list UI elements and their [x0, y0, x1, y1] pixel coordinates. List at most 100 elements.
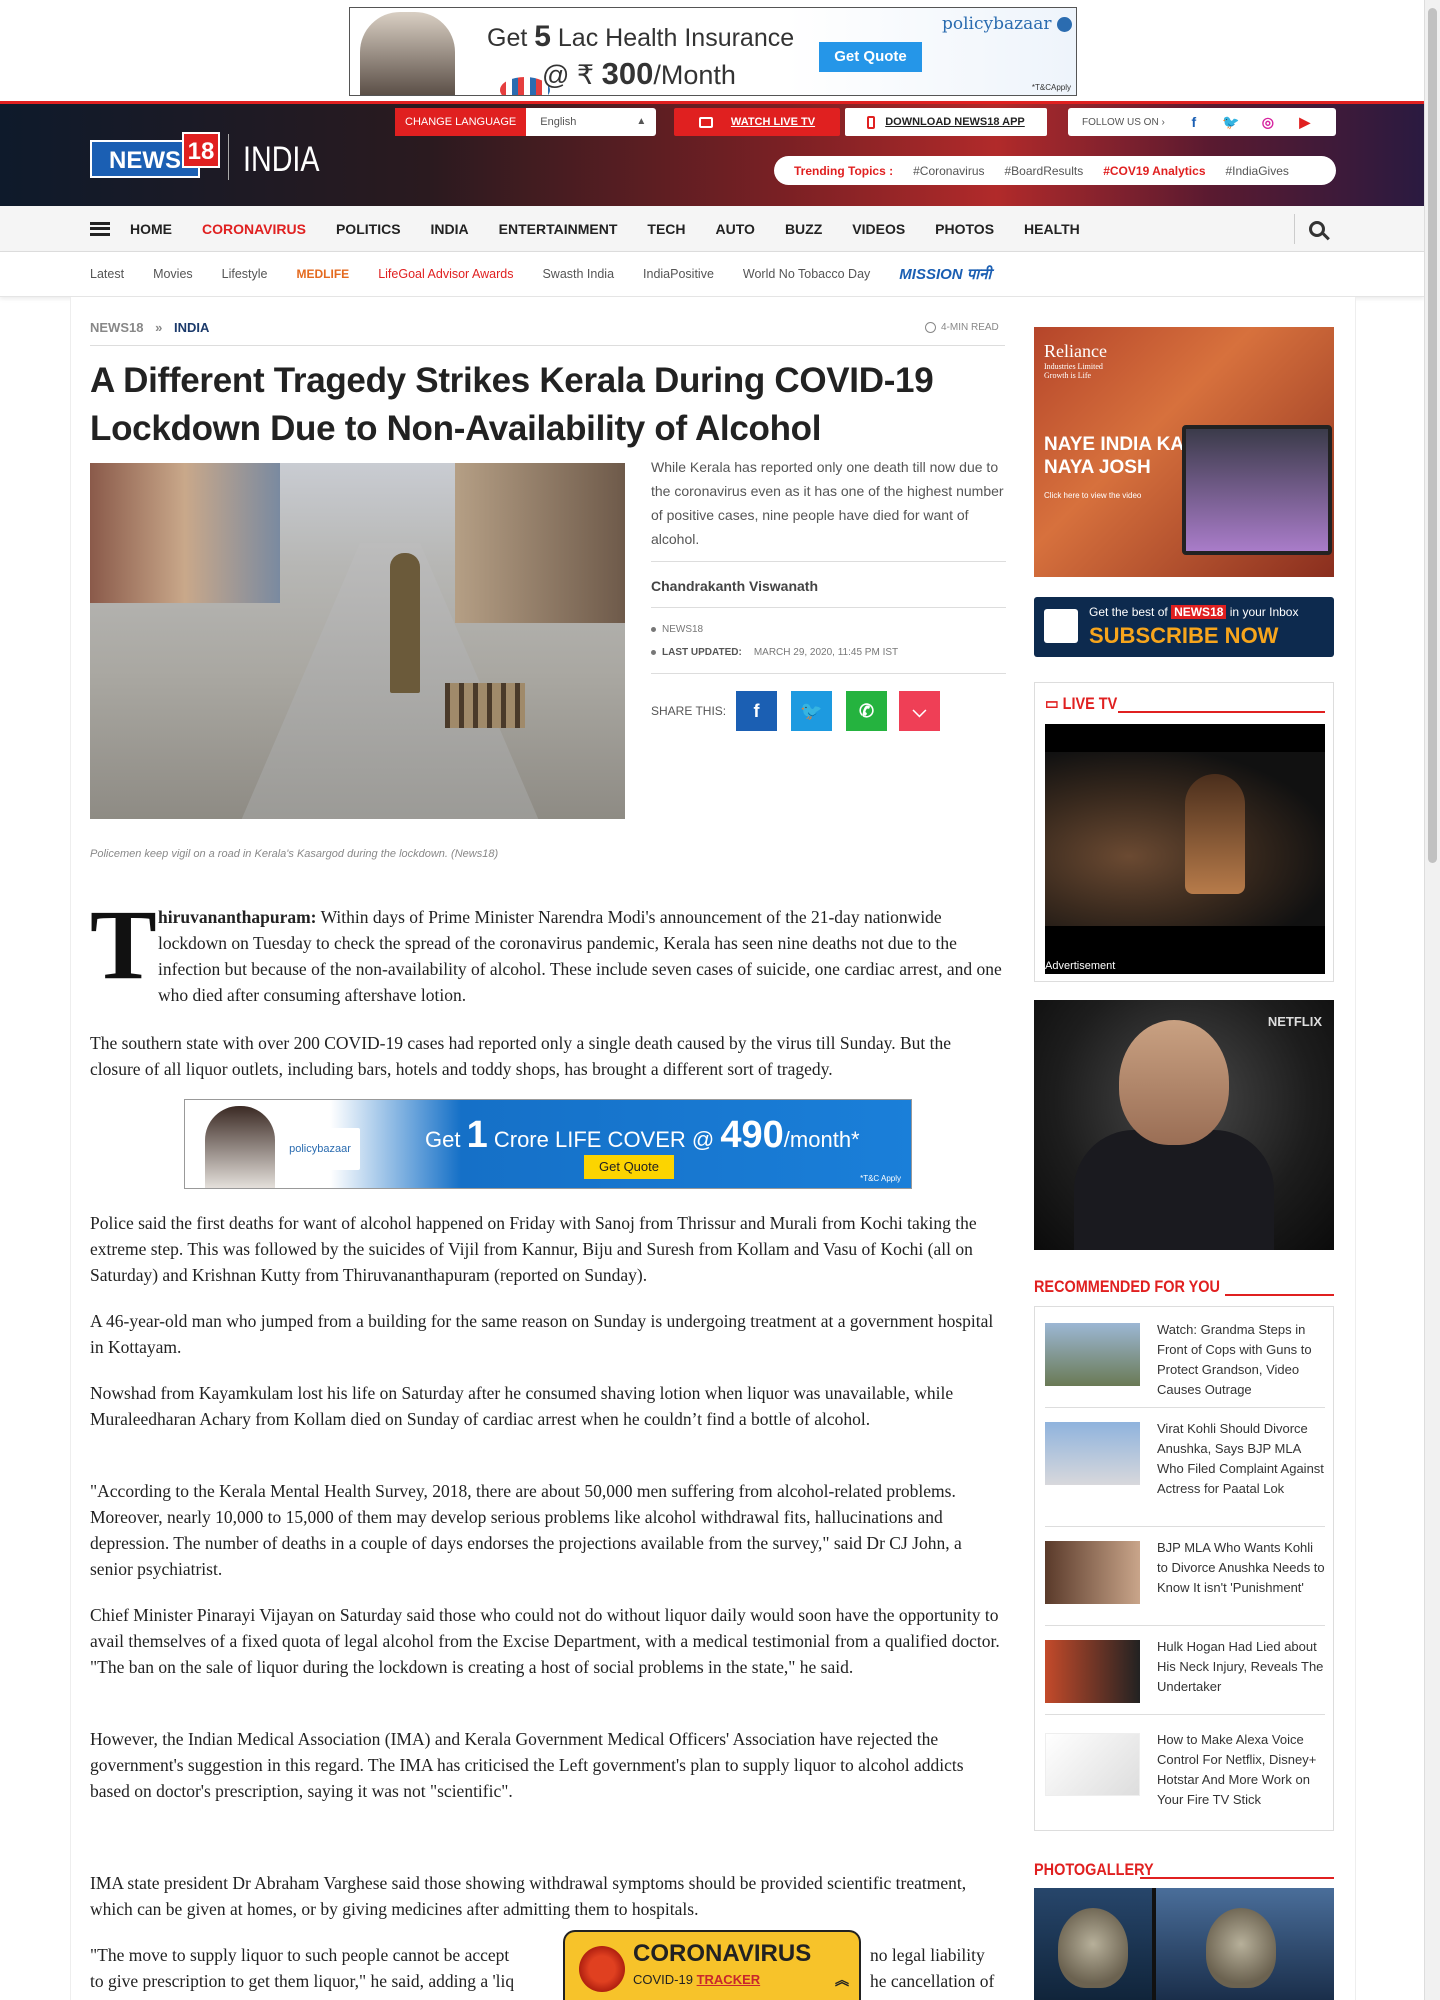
- share-whatsapp-button[interactable]: ✆: [846, 691, 887, 731]
- recommended-thumbnail: [1045, 1733, 1140, 1796]
- subnav-lifestyle[interactable]: Lifestyle: [222, 267, 268, 281]
- top-ad-area: Get 5 Lac Health Insurance @ ₹ 300/Month…: [0, 0, 1424, 101]
- trending-topic[interactable]: #Coronavirus: [913, 164, 984, 178]
- page: Get 5 Lac Health Insurance @ ₹ 300/Month…: [0, 0, 1424, 2000]
- site-header: NEWS 18 INDIA CHANGE LANGUAGE English ▲ W…: [0, 101, 1424, 206]
- search-icon: [1309, 221, 1325, 237]
- share-facebook-button[interactable]: f: [736, 691, 777, 731]
- ad-brand-logo: policybazaar: [942, 14, 1072, 34]
- trending-topics-bar: Trending Topics : #Coronavirus #BoardRes…: [774, 156, 1336, 185]
- recommended-thumbnail: [1045, 1541, 1140, 1604]
- video-person: [1185, 774, 1245, 894]
- nav-item-videos[interactable]: VIDEOS: [852, 221, 905, 237]
- twitter-icon[interactable]: 🐦: [1220, 114, 1242, 131]
- breadcrumb-separator: »: [155, 320, 163, 335]
- subnav-latest[interactable]: Latest: [90, 267, 124, 281]
- ad-get-quote-button[interactable]: Get Quote: [584, 1155, 674, 1179]
- chevron-up-icon[interactable]: ︽: [835, 1970, 849, 1990]
- breadcrumb-india[interactable]: INDIA: [174, 320, 209, 335]
- language-selector[interactable]: CHANGE LANGUAGE English ▲: [395, 108, 657, 136]
- recommended-title: Watch: Grandma Steps in Front of Cops wi…: [1157, 1322, 1312, 1397]
- live-tv-player[interactable]: Advertisement: [1045, 724, 1325, 974]
- phone-icon: [867, 115, 876, 129]
- nav-item-auto[interactable]: AUTO: [716, 221, 755, 237]
- section-underline: [1140, 1877, 1334, 1879]
- photogallery-preview[interactable]: [1034, 1888, 1334, 2000]
- scrollbar-thumb[interactable]: [1428, 8, 1437, 863]
- nav-item-buzz[interactable]: BUZZ: [785, 221, 822, 237]
- share-twitter-button[interactable]: 🐦: [791, 691, 832, 731]
- top-ad-banner[interactable]: Get 5 Lac Health Insurance @ ₹ 300/Month…: [349, 7, 1077, 96]
- change-language-label: CHANGE LANGUAGE: [395, 108, 527, 136]
- download-app-button[interactable]: DOWNLOAD NEWS18 APP: [845, 108, 1047, 136]
- nav-item-india[interactable]: INDIA: [431, 221, 469, 237]
- trending-topic[interactable]: #BoardResults: [1005, 164, 1084, 178]
- subnav-swasth-india[interactable]: Swasth India: [542, 267, 614, 281]
- page-scrollbar[interactable]: [1424, 0, 1440, 2000]
- edition-label[interactable]: INDIA: [243, 140, 320, 180]
- subnav-mission-paani-logo[interactable]: MISSION पानी: [899, 264, 991, 284]
- subnav-lifegoal-awards[interactable]: LifeGoal Advisor Awards: [378, 267, 513, 281]
- recommended-item[interactable]: Virat Kohli Should Divorce Anushka, Says…: [1045, 1421, 1325, 1527]
- article-paragraph: Chief Minister Pinarayi Vijayan on Satur…: [90, 1605, 1000, 1677]
- recommended-item[interactable]: Hulk Hogan Had Lied about His Neck Injur…: [1045, 1639, 1325, 1715]
- recommended-thumbnail: [1045, 1640, 1140, 1703]
- laptop-image: [1182, 425, 1332, 555]
- watch-live-tv-button[interactable]: WATCH LIVE TV: [674, 108, 840, 136]
- share-label: SHARE THIS:: [651, 704, 727, 718]
- nav-item-photos[interactable]: PHOTOS: [935, 221, 994, 237]
- subnav-india-positive[interactable]: IndiaPositive: [643, 267, 714, 281]
- recommended-thumbnail: [1045, 1323, 1140, 1386]
- breadcrumb-news18[interactable]: NEWS18: [90, 320, 143, 335]
- source-label: NEWS18: [662, 624, 704, 635]
- photogallery-heading: PHOTOGALLERY: [1034, 1860, 1154, 1879]
- nav-item-health[interactable]: HEALTH: [1024, 221, 1080, 237]
- nav-item-tech[interactable]: TECH: [647, 221, 685, 237]
- subnav-movies[interactable]: Movies: [153, 267, 193, 281]
- paragraph-text: to give prescription to get them liquor,…: [90, 1971, 515, 1991]
- news18-logo[interactable]: NEWS 18: [90, 132, 220, 178]
- facebook-icon[interactable]: f: [1183, 114, 1205, 130]
- author-name[interactable]: Chandrakanth Viswanath: [651, 578, 818, 594]
- recommended-item[interactable]: BJP MLA Who Wants Kohli to Divorce Anush…: [1045, 1540, 1325, 1626]
- trending-topic[interactable]: #COV19 Analytics: [1103, 164, 1205, 178]
- recommended-item[interactable]: Watch: Grandma Steps in Front of Cops wi…: [1045, 1322, 1325, 1408]
- reliance-ad-click-text[interactable]: Click here to view the video: [1044, 491, 1141, 500]
- youtube-icon[interactable]: ▶: [1294, 114, 1316, 131]
- inline-ad-banner[interactable]: policybazaar Get 1 Crore LIFE COVER @ 49…: [184, 1099, 912, 1189]
- share-pocket-button[interactable]: ⌵: [899, 691, 940, 731]
- ad-person-image: [360, 12, 455, 95]
- select-arrows-icon: ▲: [636, 116, 647, 127]
- virus-icon: [579, 1946, 625, 1992]
- subnav-medlife-logo[interactable]: MEDLIFE: [297, 267, 350, 281]
- article-paragraph: Nowshad from Kayamkulam lost his life on…: [90, 1383, 954, 1429]
- last-updated-value: MARCH 29, 2020, 11:45 PM IST: [753, 647, 899, 658]
- article-summary: While Kerala has reported only one death…: [651, 459, 1004, 547]
- language-select[interactable]: English ▲: [526, 108, 657, 136]
- netflix-ad[interactable]: NETFLIX: [1034, 1000, 1334, 1250]
- paragraph-text: no legal liability: [870, 1945, 985, 1965]
- nav-item-entertainment[interactable]: ENTERTAINMENT: [499, 221, 618, 237]
- reliance-logo: Reliance Industries Limited Growth is Life: [1044, 341, 1107, 380]
- covid-tracker-widget[interactable]: CORONAVIRUS COVID-19 TRACKER ︽: [563, 1930, 861, 2000]
- tv-icon: ▭: [1045, 694, 1063, 713]
- nav-item-home[interactable]: HOME: [130, 221, 172, 237]
- ad-get-quote-button[interactable]: Get Quote: [819, 42, 922, 72]
- article-hero-image[interactable]: [90, 463, 625, 819]
- instagram-icon[interactable]: ◎: [1257, 114, 1279, 131]
- hamburger-menu-icon[interactable]: [90, 221, 110, 236]
- envelope-icon: [1044, 609, 1078, 643]
- nav-item-politics[interactable]: POLITICS: [336, 221, 401, 237]
- nav-item-coronavirus[interactable]: CORONAVIRUS: [202, 221, 306, 237]
- read-time: 4-MIN READ: [925, 322, 999, 333]
- subscribe-newsletter-ad[interactable]: Get the best of NEWS18 in your Inbox SUB…: [1034, 597, 1334, 657]
- clock-icon: [925, 322, 936, 333]
- search-button[interactable]: [1294, 214, 1325, 244]
- reliance-ad[interactable]: Reliance Industries Limited Growth is Life…: [1034, 327, 1334, 577]
- advertisement-label: Advertisement: [1045, 960, 1116, 972]
- subnav-world-no-tobacco-day[interactable]: World No Tobacco Day: [743, 267, 870, 281]
- recommended-item[interactable]: How to Make Alexa Voice Control For Netf…: [1045, 1732, 1325, 1828]
- tracker-link[interactable]: TRACKER: [697, 1972, 761, 1987]
- article-paragraph: Police said the first deaths for want of…: [90, 1213, 977, 1285]
- trending-topic[interactable]: #IndiaGives: [1226, 164, 1289, 178]
